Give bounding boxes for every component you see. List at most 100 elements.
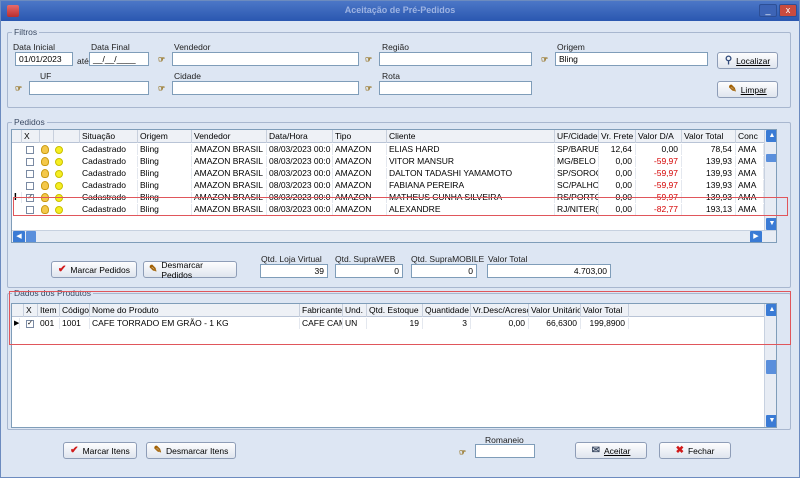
header-cell: Valor D/A (636, 130, 682, 143)
title-bar: Aceitação de Pré-Pedidos _ x (1, 1, 799, 21)
pedidos-horizontal-scrollbar[interactable]: ◀ ▶ (12, 230, 776, 242)
row-checkbox[interactable] (26, 182, 34, 190)
lookup-icon[interactable]: ☞ (158, 84, 170, 94)
scroll-thumb[interactable] (26, 231, 36, 242)
lookup-icon[interactable]: ☞ (459, 448, 471, 458)
tipo-cell: AMAZON (333, 156, 387, 167)
row-checkbox[interactable] (26, 158, 34, 166)
scroll-up-icon[interactable]: ▲ (766, 130, 776, 142)
rota-label: Rota (382, 71, 400, 81)
desmarcar-itens-button[interactable]: ✎ Desmarcar Itens (146, 442, 236, 459)
data-cell: 08/03/2023 00:0 (267, 180, 333, 191)
bulb-icon (41, 157, 49, 166)
header-cell: Vr. Frete (599, 130, 636, 143)
lookup-icon[interactable]: ☞ (158, 55, 170, 65)
vendedor-cell: AMAZON BRASIL (192, 168, 267, 179)
data-inicial-input[interactable]: 01/01/2023 (15, 52, 73, 66)
conc-cell: AMA (736, 156, 764, 167)
lookup-icon[interactable]: ☞ (15, 84, 27, 94)
vendedor-cell: AMAZON BRASIL (192, 180, 267, 191)
bulb-icon (41, 169, 49, 178)
minimize-button[interactable]: _ (759, 4, 777, 17)
origem-input[interactable]: Bling (555, 52, 708, 66)
desmarcar-itens-label: Desmarcar Itens (166, 445, 229, 456)
total-cell: 139,93 (682, 156, 736, 167)
header-cell: Tipo (333, 130, 387, 143)
conc-cell: AMA (736, 168, 764, 179)
scroll-right-icon[interactable]: ▶ (750, 231, 762, 242)
limpar-button[interactable]: ✎ Limpar (717, 81, 778, 98)
marcar-pedidos-button[interactable]: ✔ Marcar Pedidos (51, 261, 137, 278)
situacao-cell: Cadastrado (80, 168, 138, 179)
table-row[interactable]: Cadastrado Bling AMAZON BRASIL 08/03/202… (12, 168, 764, 179)
lookup-icon[interactable]: ☞ (365, 84, 377, 94)
eraser-icon: ✎ (728, 84, 737, 95)
close-x-icon: ✖ (675, 445, 684, 456)
fechar-label: Fechar (687, 445, 715, 456)
frete-cell: 0,00 (599, 168, 636, 179)
data-cell: 08/03/2023 00:0 (267, 168, 333, 179)
ate-label: até (77, 56, 89, 66)
scroll-down-icon[interactable]: ▼ (766, 218, 776, 230)
desmarcar-pedidos-label: Desmarcar Pedidos (161, 259, 203, 280)
regiao-input[interactable] (379, 52, 532, 66)
marcar-itens-button[interactable]: ✔ Marcar Itens (63, 442, 137, 459)
origem-cell: Bling (138, 180, 192, 191)
data-cell: 08/03/2023 00:0 (267, 144, 333, 155)
da-cell: -59,97 (636, 180, 682, 191)
origem-label: Origem (557, 42, 585, 52)
table-row[interactable]: Cadastrado Bling AMAZON BRASIL 08/03/202… (12, 180, 764, 191)
tipo-cell: AMAZON (333, 168, 387, 179)
data-final-input[interactable]: __/__/____ (89, 52, 149, 66)
scroll-left-icon[interactable]: ◀ (13, 231, 25, 242)
header-cell: Data/Hora (267, 130, 333, 143)
vendedor-input[interactable] (172, 52, 359, 66)
da-cell: -59,97 (636, 156, 682, 167)
status-dot-icon (55, 158, 63, 166)
desmarcar-pedidos-button[interactable]: ✎ Desmarcar Pedidos (143, 259, 237, 280)
data-final-label: Data Final (91, 42, 130, 52)
localizar-label: Localizar (736, 55, 771, 66)
row-checkbox[interactable] (26, 146, 34, 154)
scroll-thumb[interactable] (766, 154, 776, 162)
header-cell (54, 130, 80, 143)
bulb-icon (41, 181, 49, 190)
table-row[interactable]: Cadastrado Bling AMAZON BRASIL 08/03/202… (12, 156, 764, 167)
fechar-button[interactable]: ✖ Fechar (659, 442, 731, 459)
valor-total-value: 4.703,00 (487, 264, 611, 278)
scroll-down-icon[interactable]: ▼ (766, 415, 776, 427)
pedidos-grid[interactable]: X Situação Origem Vendedor Data/Hora Tip… (11, 129, 777, 243)
lookup-icon[interactable]: ☞ (365, 55, 377, 65)
total-cell: 139,93 (682, 168, 736, 179)
search-icon: ⚲ (724, 55, 733, 66)
check-icon: ✔ (70, 445, 79, 456)
limpar-label: Limpar (740, 84, 767, 95)
scroll-thumb[interactable] (766, 360, 776, 374)
origem-cell: Bling (138, 168, 192, 179)
da-cell: 0,00 (636, 144, 682, 155)
localizar-button[interactable]: ⚲ Localizar (717, 52, 778, 69)
cidade-input[interactable] (172, 81, 359, 95)
row-checkbox[interactable] (26, 170, 34, 178)
header-cell: Situação (80, 130, 138, 143)
close-button[interactable]: x (779, 4, 797, 17)
data-inicial-label: Data Inicial (13, 42, 56, 52)
check-icon: ✔ (58, 264, 67, 275)
table-row[interactable]: Cadastrado Bling AMAZON BRASIL 08/03/202… (12, 144, 764, 155)
status-dot-icon (55, 146, 63, 154)
aceitar-button[interactable]: ✉ Aceitar (575, 442, 647, 459)
cliente-cell: VITOR MANSUR (387, 156, 555, 167)
cliente-cell: FABIANA PEREIRA (387, 180, 555, 191)
total-cell: 78,54 (682, 144, 736, 155)
header-cell: Vendedor (192, 130, 267, 143)
uf-input[interactable] (29, 81, 149, 95)
origem-cell: Bling (138, 144, 192, 155)
lookup-icon[interactable]: ☞ (541, 55, 553, 65)
romaneio-input[interactable] (475, 444, 535, 458)
conc-cell: AMA (736, 144, 764, 155)
cliente-cell: DALTON TADASHI YAMAMOTO (387, 168, 555, 179)
da-cell: -59,97 (636, 168, 682, 179)
rota-input[interactable] (379, 81, 532, 95)
vendedor-cell: AMAZON BRASIL (192, 156, 267, 167)
pedidos-legend: Pedidos (12, 117, 47, 127)
